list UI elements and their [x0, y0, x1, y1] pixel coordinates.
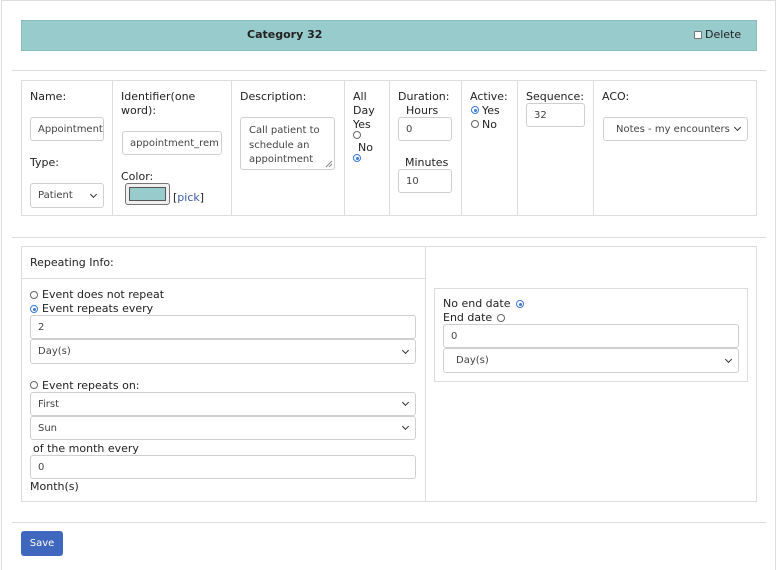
all-day-label-2: Day	[353, 104, 375, 117]
repeat-ordinal-value: First	[38, 398, 60, 410]
aco-label: ACO:	[602, 90, 630, 103]
month-unit-label: Month(s)	[30, 480, 79, 493]
repeats-every-label: Event repeats every	[42, 302, 154, 315]
type-select-value: Patient	[38, 190, 73, 201]
delete-checkbox[interactable]	[694, 31, 702, 39]
name-input[interactable]: Appointment	[30, 117, 104, 141]
identifier-label-2: word):	[121, 104, 157, 117]
aco-select[interactable]: Notes - my encounters (write)	[603, 117, 748, 141]
month-every-label: of the month every	[33, 442, 139, 455]
divider	[112, 80, 113, 216]
repeats-on-label: Event repeats on:	[42, 379, 140, 392]
active-yes-label: Yes	[482, 104, 500, 117]
month-every-input[interactable]: 0	[30, 455, 416, 479]
minutes-label: Minutes	[405, 156, 449, 169]
no-repeat-label: Event does not repeat	[42, 288, 165, 301]
chevron-down-icon	[401, 398, 410, 407]
bracket-close: ]	[199, 191, 205, 204]
divider	[593, 80, 594, 216]
description-line: Call patient to	[249, 125, 320, 136]
sequence-label: Sequence:	[526, 90, 584, 103]
minutes-input[interactable]: 10	[398, 169, 452, 193]
divider	[389, 80, 390, 216]
category-title: Category 32	[247, 28, 323, 41]
divider	[12, 237, 766, 238]
end-unit-value: Day(s)	[456, 355, 489, 366]
end-date-input[interactable]: 0	[443, 324, 739, 348]
color-swatch-button[interactable]	[125, 183, 170, 205]
active-label: Active:	[470, 90, 508, 103]
type-select[interactable]: Patient	[30, 183, 104, 208]
hours-input[interactable]: 0	[398, 117, 452, 141]
resize-grip-icon[interactable]	[325, 160, 333, 168]
repeats-on-radio[interactable]	[30, 381, 38, 389]
end-date-label: End date	[443, 311, 493, 324]
repeat-unit-select[interactable]: Day(s)	[30, 339, 416, 364]
divider	[461, 80, 462, 216]
repeat-day-value: Sun	[38, 422, 58, 434]
identifier-label-1: Identifier(one	[121, 90, 196, 103]
no-end-date-label: No end date	[443, 297, 511, 310]
repeating-title: Repeating Info:	[30, 256, 114, 269]
description-textarea[interactable]: Call patient to schedule an appointment	[240, 117, 335, 170]
active-yes-radio[interactable]	[471, 106, 479, 114]
divider	[12, 522, 766, 523]
repeats-every-radio[interactable]	[30, 305, 38, 313]
all-day-no-label: No	[358, 141, 373, 154]
all-day-label-1: All	[353, 90, 367, 103]
divider	[517, 80, 518, 216]
all-day-yes-label: Yes	[353, 118, 371, 131]
description-line: appointment	[249, 154, 314, 165]
all-day-no-radio[interactable]	[353, 154, 361, 162]
end-date-radio[interactable]	[497, 314, 505, 322]
sequence-input[interactable]: 32	[526, 103, 585, 127]
repeat-day-select[interactable]: Sun	[30, 416, 416, 440]
category-header	[21, 20, 757, 51]
chevron-down-icon	[401, 346, 410, 354]
chevron-down-icon	[733, 123, 742, 132]
duration-label: Duration:	[398, 90, 450, 103]
divider	[344, 80, 345, 216]
chevron-down-icon	[401, 422, 410, 431]
delete-label: Delete	[705, 28, 742, 41]
end-unit-select[interactable]: Day(s)	[443, 348, 739, 373]
type-label: Type:	[30, 156, 59, 169]
divider	[425, 246, 426, 502]
aco-select-value: Notes - my encounters (write)	[616, 123, 731, 135]
hours-label: Hours	[406, 104, 439, 117]
all-day-yes-radio[interactable]	[353, 131, 361, 139]
active-no-radio[interactable]	[471, 120, 479, 128]
chevron-down-icon	[724, 355, 733, 363]
save-button[interactable]: Save	[21, 531, 63, 556]
description-label: Description:	[240, 90, 307, 103]
repeat-unit-value: Day(s)	[38, 346, 71, 357]
pick-link-group: [pick]	[173, 191, 204, 204]
chevron-down-icon	[89, 190, 98, 198]
description-line: schedule an	[249, 139, 310, 151]
repeat-every-input[interactable]: 2	[30, 315, 416, 339]
color-label: Color:	[121, 170, 154, 183]
divider	[21, 278, 425, 279]
divider	[231, 80, 232, 216]
no-end-date-radio[interactable]	[516, 300, 524, 308]
no-repeat-radio[interactable]	[30, 291, 38, 299]
active-no-label: No	[482, 118, 497, 131]
name-label: Name:	[30, 90, 67, 103]
color-swatch	[129, 187, 166, 201]
divider	[12, 70, 766, 71]
pick-color-link[interactable]: pick	[177, 191, 199, 204]
repeat-ordinal-select[interactable]: First	[30, 392, 416, 416]
identifier-input[interactable]: appointment_rem	[122, 131, 222, 155]
